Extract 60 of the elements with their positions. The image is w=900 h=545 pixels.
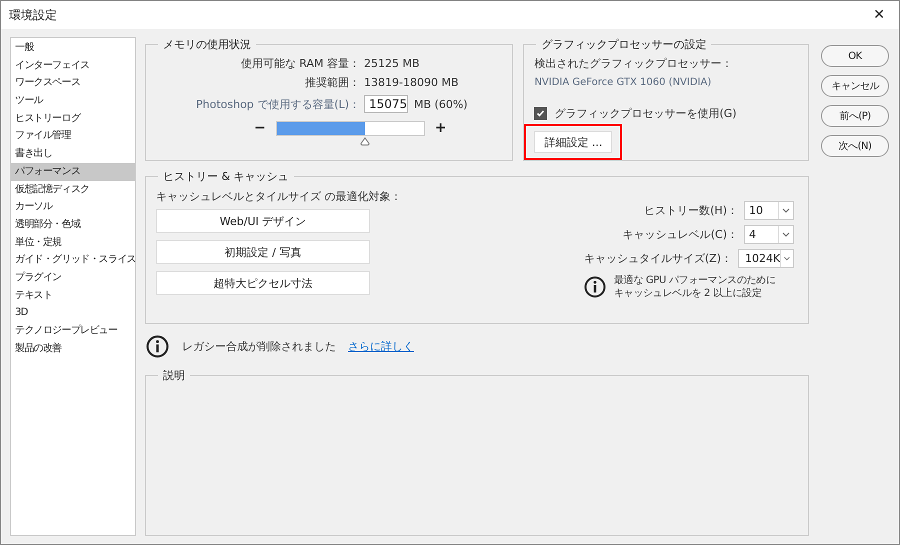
dialog-button[interactable]: 前へ(P) [821,105,889,127]
dropdown[interactable]: 1024K [738,249,794,268]
dialog-button[interactable]: 次へ(N) [821,135,889,157]
sidebar-item[interactable]: 仮想記憶ディスク [11,180,135,198]
panel-title: ヒストリー & キャッシュ [162,169,290,184]
close-button[interactable]: ✕ [865,7,893,23]
ram-value: 25125 MB [364,57,420,70]
field-label: キャッシュレベル(C)： [622,227,738,242]
usage-input[interactable]: 15075 [364,95,408,113]
sidebar-item[interactable]: ガイド・グリッド・スライス [11,251,135,269]
sidebar-item[interactable]: インターフェイス [11,56,135,74]
range-label: 推奨範囲： [304,75,360,90]
usage-unit: MB (60%) [414,98,468,110]
learn-more-link[interactable]: さらに詳しく [348,338,414,354]
preset-button[interactable]: 超特大ピクセル寸法 [156,271,370,295]
advanced-settings-button[interactable]: 詳細設定 ... [534,131,612,153]
info-icon [584,276,606,298]
increase-button[interactable]: + [434,120,446,136]
dropdown[interactable]: 4 [744,225,794,244]
detected-gpu-name: NVIDIA GeForce GTX 1060 (NVIDIA) [534,77,712,88]
panel-title: 説明 [162,368,186,383]
sidebar-item[interactable]: パフォーマンス [11,162,135,180]
usage-label: Photoshop で使用する容量(L)： [194,96,360,112]
notice-text: レガシー合成が削除されました [182,338,336,354]
dialog-button[interactable]: キャンセル [821,75,889,97]
dropdown[interactable]: 10 [744,201,794,220]
sidebar-item[interactable]: 製品の改善 [11,340,135,358]
sidebar-item[interactable]: カーソル [11,198,135,216]
panel-title: グラフィックプロセッサーの設定 [540,37,708,52]
preset-button[interactable]: 初期設定 / 写真 [156,240,370,264]
gpu-hint-text: 最適な GPU パフォーマンスのために [614,274,776,287]
sidebar-item[interactable]: ワークスペース [11,74,135,92]
window-title: 環境設定 [9,6,57,24]
checkbox-label: グラフィックプロセッサーを使用(G) [554,106,737,121]
sidebar-item[interactable]: 3D [11,304,135,322]
field-label: キャッシュタイルサイズ(Z)： [584,251,732,266]
range-value: 13819-18090 MB [364,76,458,89]
field-label: ヒストリー数(H)： [644,203,738,218]
ram-label: 使用可能な RAM 容量： [240,56,360,71]
sidebar-item[interactable]: テキスト [11,286,135,304]
sidebar-item[interactable]: 一般 [11,39,135,57]
preset-button[interactable]: Web/UI デザイン [156,209,370,233]
checkmark-icon [536,109,546,118]
gpu-hint-text: キャッシュレベルを 2 以上に設定 [614,287,762,300]
detected-gpu-label: 検出されたグラフィックプロセッサー： [534,56,732,71]
info-icon [146,334,169,358]
sidebar-item[interactable]: 単位・定規 [11,234,135,252]
sidebar-item[interactable]: ファイル管理 [11,127,135,146]
decrease-button[interactable]: − [254,120,266,136]
panel-title: メモリの使用状況 [162,37,252,52]
sidebar-item[interactable]: プラグイン [11,268,135,287]
sidebar-item[interactable]: ツール [11,92,135,110]
sidebar-item[interactable]: ヒストリーログ [11,110,135,128]
sidebar-item[interactable]: テクノロジープレビュー [11,322,135,340]
gpu-checkbox[interactable] [534,107,548,120]
sidebar-item[interactable]: 透明部分・色域 [11,216,135,234]
dialog-button[interactable]: OK [821,45,889,67]
slider-thumb[interactable] [360,136,370,146]
sidebar-item[interactable]: 書き出し [11,145,135,163]
optimize-label: キャッシュレベルとタイルサイズ の最適化対象： [156,189,402,204]
